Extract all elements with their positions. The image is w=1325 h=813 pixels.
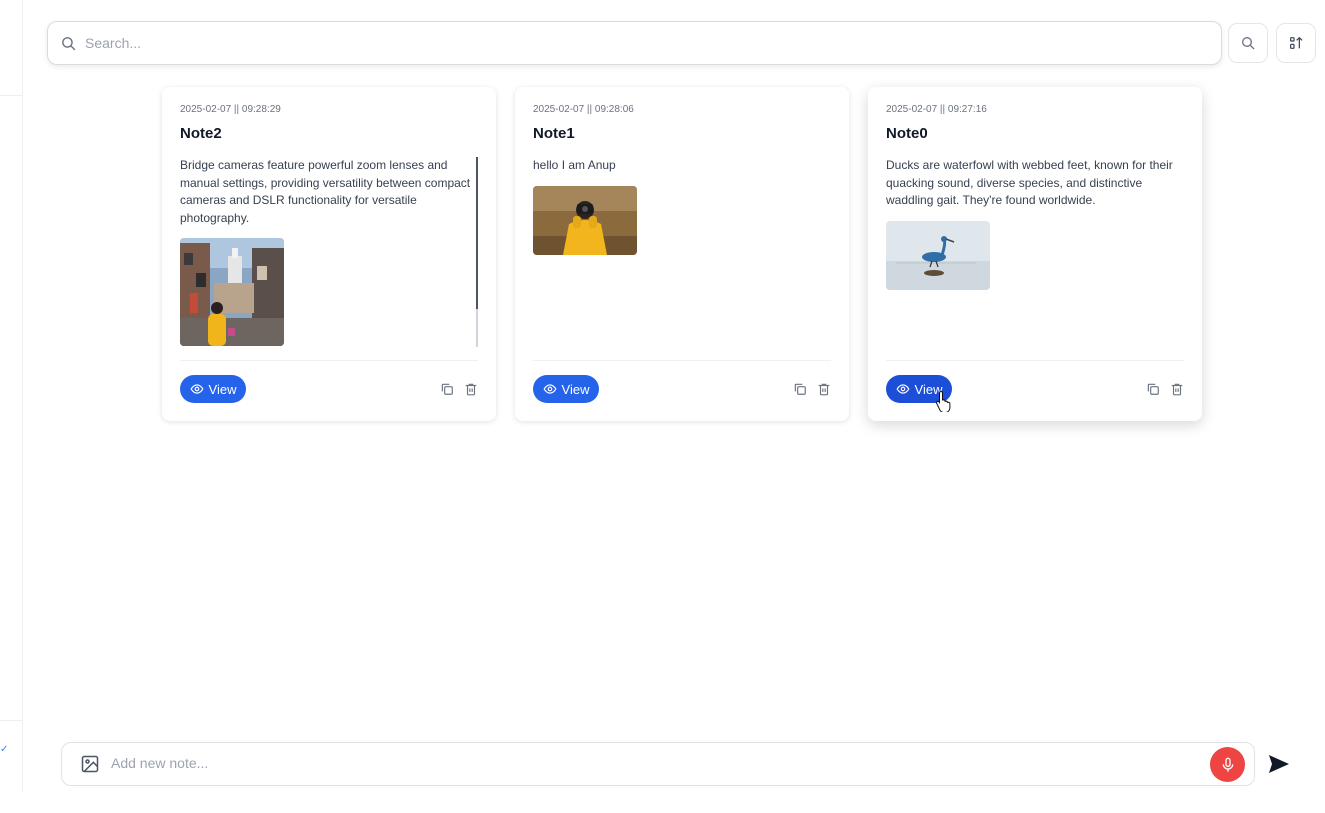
note-card: 2025-02-07 || 09:28:29 Note2 Bridge came… [162,87,496,421]
eye-icon [896,384,910,394]
note-card: 2025-02-07 || 09:28:06 Note1 hello I am … [515,87,849,421]
note-date: 2025-02-07 || 09:28:06 [533,104,634,115]
note-input[interactable] [111,755,1191,771]
note-image[interactable] [533,185,637,255]
note-text: Ducks are waterfowl with webbed feet, kn… [886,158,1173,207]
copy-icon[interactable] [440,382,454,396]
microphone-button[interactable] [1210,747,1245,782]
view-button[interactable]: View [180,375,246,403]
search-bar[interactable] [47,21,1222,65]
card-divider [533,360,831,361]
send-icon[interactable] [1267,752,1291,776]
note-image[interactable] [180,238,284,346]
view-label: View [208,381,237,397]
sidebar-divider [0,720,23,721]
note-text: hello I am Anup [533,158,616,172]
note-text: Bridge cameras feature powerful zoom len… [180,158,471,225]
microphone-icon [1222,757,1233,772]
note-title: Note0 [886,125,928,142]
note-body[interactable]: hello I am Anup [533,157,831,347]
search-button[interactable] [1228,23,1268,63]
note-image[interactable] [886,220,990,290]
note-body[interactable]: Bridge cameras feature powerful zoom len… [180,157,478,347]
view-button[interactable]: View [533,375,599,403]
sidebar-edge: ✓ [0,0,23,792]
trash-icon[interactable] [817,382,831,396]
eye-icon [543,384,557,394]
image-icon[interactable] [80,754,100,774]
check-icon: ✓ [0,744,9,755]
note-title: Note2 [180,125,222,142]
scrollbar-thumb[interactable] [476,157,478,309]
note-body[interactable]: Ducks are waterfowl with webbed feet, kn… [886,157,1184,347]
sort-button[interactable] [1276,23,1316,63]
sidebar-divider [0,95,23,96]
trash-icon[interactable] [1170,382,1184,396]
note-date: 2025-02-07 || 09:27:16 [886,104,987,115]
copy-icon[interactable] [793,382,807,396]
note-title: Note1 [533,125,575,142]
scrollbar[interactable] [476,157,478,347]
trash-icon[interactable] [464,382,478,396]
note-date: 2025-02-07 || 09:28:29 [180,104,281,115]
note-composer [61,742,1255,786]
search-icon [62,36,76,50]
hand-cursor-icon [936,390,951,412]
search-icon [1242,37,1255,50]
card-divider [180,360,478,361]
sort-icon [1290,36,1303,49]
copy-icon[interactable] [1146,382,1160,396]
search-input[interactable] [85,35,1185,51]
eye-icon [190,384,204,394]
view-label: View [561,381,590,397]
note-card: 2025-02-07 || 09:27:16 Note0 Ducks are w… [868,87,1202,421]
notes-grid: 2025-02-07 || 09:28:29 Note2 Bridge came… [162,87,1202,421]
card-divider [886,360,1184,361]
